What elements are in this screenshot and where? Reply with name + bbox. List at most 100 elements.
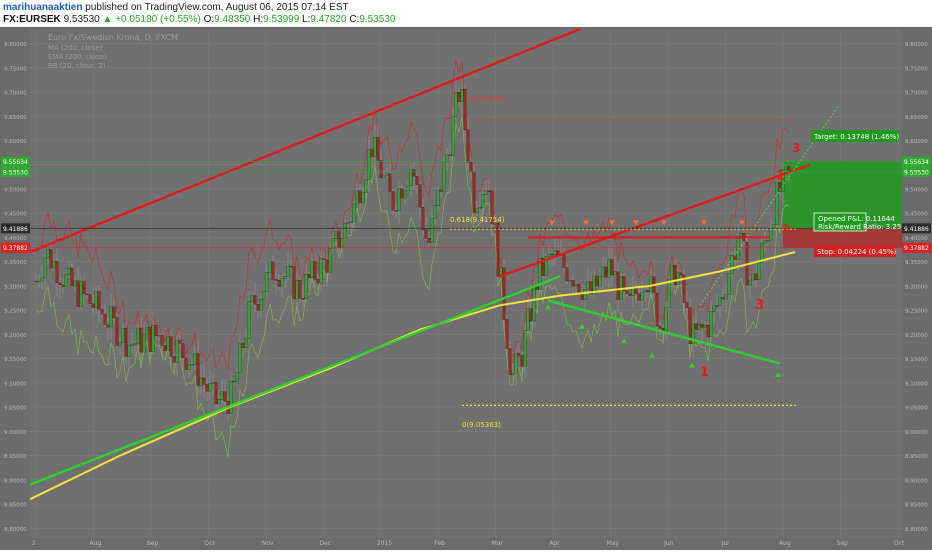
publish-line: marihuanaaktien published on TradingView…: [3, 2, 349, 13]
y-tick-right: 9.00000: [905, 430, 928, 436]
candle-body: [427, 238, 431, 243]
chart-frame[interactable]: 9.800009.750009.700009.650009.600009.550…: [0, 27, 932, 550]
candle-body: [787, 166, 791, 171]
candle-body: [694, 323, 698, 330]
candle-body: [184, 357, 188, 370]
candle-body: [37, 280, 41, 283]
candle-body: [646, 290, 650, 293]
candle-body: [547, 253, 551, 257]
candle-body: [292, 266, 296, 300]
candle-body: [49, 249, 53, 269]
y-tick-right: 8.85000: [905, 503, 928, 509]
candle-body: [727, 273, 731, 295]
y-tick-right: 9.10000: [905, 381, 928, 387]
price-tag-left-text: 9.55634: [3, 159, 28, 166]
candle-body: [208, 383, 212, 392]
candle-body: [400, 188, 404, 199]
candle-body: [271, 261, 275, 280]
candle-body: [658, 325, 662, 329]
candle-body: [604, 266, 608, 278]
candle-body: [460, 89, 464, 102]
risk-reward-label: Risk/Reward Ratio: 3.25: [818, 223, 901, 231]
x-tick-label: Jun: [663, 540, 674, 547]
candle-body: [358, 190, 362, 204]
y-tick-left: 8.90000: [4, 478, 27, 484]
candle-body: [397, 188, 401, 211]
candle-body: [217, 399, 221, 405]
candle-body: [61, 284, 65, 287]
published-text: published on TradingView.com, August 06,…: [85, 2, 349, 13]
y-tick-right: 8.80000: [905, 527, 928, 533]
candle-body: [481, 194, 485, 208]
candle-body: [763, 240, 767, 244]
x-tick-label: Sep: [147, 540, 159, 547]
y-tick-right: 9.25000: [905, 309, 928, 315]
candle-body: [148, 327, 152, 352]
candle-body: [121, 327, 125, 343]
candle-body: [715, 305, 719, 307]
y-tick-left: 9.80000: [4, 42, 27, 48]
candle-body: [319, 258, 323, 284]
candle-body: [259, 299, 263, 311]
y-tick-left: 9.70000: [4, 91, 27, 97]
price-tag-right-text: 9.53530: [904, 169, 929, 176]
y-tick-right: 9.45000: [905, 212, 928, 218]
candle-body: [748, 279, 752, 286]
y-tick-left: 9.60000: [4, 139, 27, 145]
candle-body: [340, 238, 344, 248]
candle-body: [85, 293, 89, 295]
candle-body: [430, 218, 434, 243]
candle-body: [442, 161, 446, 192]
y-tick-left: 9.35000: [4, 260, 27, 266]
legend-ema: EMA (200, close): [48, 53, 107, 61]
candle-body: [223, 391, 227, 402]
candle-body: [373, 137, 377, 157]
candle-body: [751, 273, 755, 281]
candle-body: [112, 306, 116, 318]
price-tag-right-text: 9.41886: [904, 226, 929, 233]
candle-body: [124, 327, 128, 357]
low-value: 9.47820: [310, 14, 347, 25]
candle-body: [244, 338, 248, 349]
candle-body: [91, 303, 95, 308]
price-tag-left-text: 9.41886: [3, 226, 28, 233]
symbol[interactable]: FX:EURSEK: [3, 14, 61, 25]
y-axis-left: 9.800009.750009.700009.650009.600009.550…: [1, 42, 30, 533]
author-link[interactable]: marihuanaaktien: [3, 2, 82, 13]
candle-body: [478, 207, 482, 209]
candle-body: [100, 309, 104, 315]
price-tag-right-text: 9.55634: [904, 159, 929, 166]
candle-body: [310, 261, 314, 278]
candle-body: [298, 280, 302, 299]
y-tick-left: 9.65000: [4, 115, 27, 121]
candle-body: [67, 267, 71, 275]
candle-body: [448, 154, 452, 156]
high-label: H:: [253, 14, 264, 25]
candle-body: [235, 372, 239, 382]
y-tick-right: 9.80000: [905, 42, 928, 48]
y-tick-left: 9.50000: [4, 187, 27, 193]
candle-body: [574, 283, 578, 287]
price-chart[interactable]: 9.800009.750009.700009.650009.600009.550…: [0, 27, 932, 550]
candle-body: [349, 221, 353, 223]
wave-label-3: 3: [755, 298, 764, 313]
candle-body: [679, 272, 683, 276]
candle-body: [526, 308, 530, 331]
stop-label: Stop: 0.04224 (0.45%): [817, 248, 897, 256]
candle-body: [370, 149, 374, 157]
y-tick-left: 9.15000: [4, 357, 27, 363]
candle-body: [88, 294, 92, 304]
x-tick-label: May: [607, 540, 620, 547]
candle-body: [295, 280, 299, 300]
x-tick-label: Jul: [721, 540, 730, 547]
candle-body: [166, 336, 170, 351]
candle-body: [487, 190, 491, 193]
y-tick-right: 9.50000: [905, 187, 928, 193]
candle-body: [520, 355, 524, 367]
candle-body: [439, 189, 443, 192]
y-tick-right: 8.95000: [905, 454, 928, 460]
y-tick-left: 9.75000: [4, 66, 27, 72]
candle-body: [361, 192, 365, 204]
candle-body: [187, 364, 191, 370]
candle-body: [160, 334, 164, 346]
